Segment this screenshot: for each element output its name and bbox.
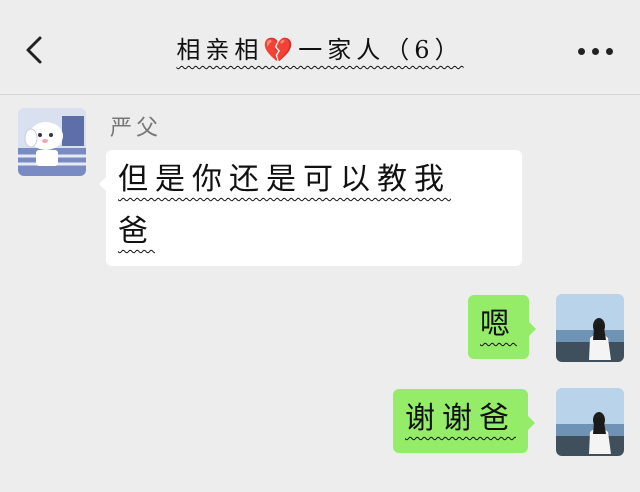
message-bubble-outgoing[interactable]: 嗯 xyxy=(468,295,536,359)
sender-name: 严父 xyxy=(110,116,163,141)
cartoon-dog-avatar xyxy=(18,108,86,176)
message-text-line1: 但是你还是可以教我 xyxy=(118,162,451,197)
more-dot xyxy=(592,48,599,55)
message-text: 嗯 xyxy=(480,307,517,342)
message-bubble-incoming[interactable]: 但是你还是可以教我 爸 xyxy=(99,150,522,266)
girl-by-sea-avatar xyxy=(556,294,624,362)
self-avatar[interactable] xyxy=(556,388,624,456)
chat-screen: 相亲相💔一家人（6） 严父 但是你还是可以教我 爸 嗯 谢谢爸 xyxy=(0,0,640,492)
more-button[interactable] xyxy=(574,36,618,66)
chat-title: 相亲相💔一家人（6） xyxy=(176,36,464,64)
sender-avatar[interactable] xyxy=(18,108,86,176)
self-avatar[interactable] xyxy=(556,294,624,362)
message-bubble-outgoing[interactable]: 谢谢爸 xyxy=(393,389,535,453)
more-dots-icon xyxy=(578,48,585,55)
chevron-left-icon xyxy=(26,36,42,64)
message-text-line2: 爸 xyxy=(118,214,155,249)
girl-by-sea-avatar xyxy=(556,388,624,456)
message-text: 谢谢爸 xyxy=(405,401,516,436)
more-dot xyxy=(606,48,613,55)
chat-header: 相亲相💔一家人（6） xyxy=(0,0,640,95)
back-button[interactable] xyxy=(14,28,58,72)
